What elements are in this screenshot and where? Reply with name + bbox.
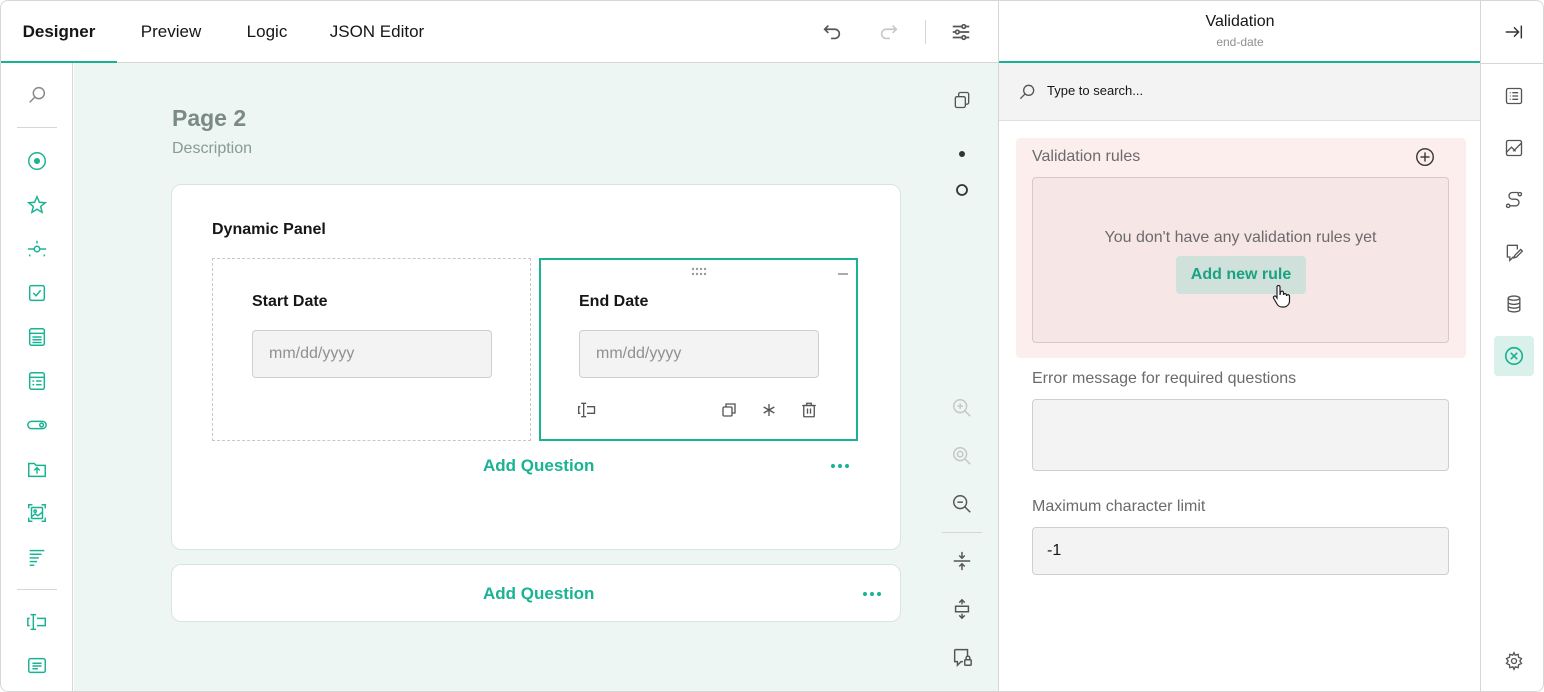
copy-icon[interactable] (948, 86, 976, 114)
search-icon[interactable] (23, 81, 51, 109)
zoom-reset-icon[interactable] (948, 442, 976, 470)
edit-note-icon[interactable] (1494, 232, 1534, 272)
hand-cursor-icon (1269, 284, 1293, 308)
page-add-question-button[interactable]: Add Question (483, 584, 594, 604)
comment-icon[interactable] (23, 652, 51, 680)
collapse-panel-icon[interactable] (1494, 12, 1534, 52)
convert-type-icon[interactable] (575, 398, 599, 422)
tab-preview[interactable]: Preview (125, 1, 217, 63)
page-more-icon[interactable] (863, 592, 881, 596)
required-error-label: Error message for required questions (1032, 370, 1297, 387)
end-date-question[interactable]: End Date mm/dd/yyyy (539, 258, 858, 441)
duplicate-icon[interactable] (717, 398, 741, 422)
toolbox-divider (17, 589, 57, 590)
logic-route-icon[interactable] (1494, 180, 1534, 220)
empty-rules-text: You don't have any validation rules yet (1104, 229, 1377, 246)
database-icon[interactable] (1494, 284, 1534, 324)
survey-creator-window: Designer Preview Logic JSON Editor Page … (0, 0, 1544, 692)
rating-star-icon[interactable] (23, 191, 51, 219)
property-grid: Validation end-date Validation rules You… (998, 1, 1481, 691)
toggle-icon[interactable] (23, 411, 51, 439)
collapse-icon[interactable] (831, 262, 855, 286)
date-input[interactable]: mm/dd/yyyy (252, 330, 492, 378)
property-search-input[interactable] (1047, 83, 1347, 98)
panel-add-question-button[interactable]: Add Question (483, 456, 594, 476)
question-title[interactable]: End Date (579, 293, 648, 311)
settings-sliders-icon[interactable] (947, 18, 975, 46)
radiogroup-icon[interactable] (23, 147, 51, 175)
question-toolbox (1, 63, 73, 691)
checkbox-icon[interactable] (23, 279, 51, 307)
slider-icon[interactable] (23, 235, 51, 263)
toolbar-divider (925, 20, 926, 44)
property-search-bar (999, 63, 1481, 121)
page-add-question-bar: Add Question (171, 564, 901, 622)
dropdown-list-icon[interactable] (23, 323, 51, 351)
start-date-question[interactable]: Start Date mm/dd/yyyy (212, 258, 531, 441)
page-description[interactable]: Description (172, 140, 252, 158)
strip-divider (1481, 63, 1543, 64)
panel-title[interactable]: Dynamic Panel (212, 221, 326, 239)
text-input-icon[interactable] (23, 608, 51, 636)
validation-rules-empty-state: You don't have any validation rules yet … (1032, 177, 1449, 343)
property-grid-title: Validation (1205, 13, 1275, 30)
text-lines-icon[interactable] (23, 543, 51, 571)
required-error-textarea[interactable] (1032, 399, 1449, 471)
toolbox-divider (17, 127, 57, 128)
property-grid-subtitle: end-date (1216, 35, 1264, 49)
top-toolbar: Designer Preview Logic JSON Editor (1, 1, 998, 63)
image-picker-icon[interactable] (23, 499, 51, 527)
layout-image-icon[interactable] (1494, 128, 1534, 168)
panel-more-icon[interactable] (831, 464, 849, 468)
delete-icon[interactable] (797, 398, 821, 422)
general-list-icon[interactable] (1494, 76, 1534, 116)
tab-logic[interactable]: Logic (233, 1, 301, 63)
property-categories-strip (1480, 1, 1543, 691)
gear-icon[interactable] (1494, 641, 1534, 681)
tab-json-editor[interactable]: JSON Editor (319, 1, 435, 63)
add-circle-icon[interactable] (1413, 145, 1437, 169)
max-length-input[interactable]: -1 (1032, 527, 1449, 575)
lock-question-icon[interactable] (948, 643, 976, 671)
validation-rules-label: Validation rules (1032, 148, 1141, 165)
file-upload-icon[interactable] (23, 455, 51, 483)
max-length-label: Maximum character limit (1032, 498, 1206, 515)
tagbox-list-icon[interactable] (23, 367, 51, 395)
validation-rules-section: Validation rules You don't have any vali… (1016, 138, 1466, 358)
dynamic-panel[interactable]: Dynamic Panel Start Date mm/dd/yyyy End … (171, 184, 901, 550)
date-input[interactable]: mm/dd/yyyy (579, 330, 819, 378)
dot-outline-icon[interactable] (948, 176, 976, 204)
drag-handle-icon[interactable] (687, 260, 711, 284)
question-title[interactable]: Start Date (252, 293, 328, 311)
zoom-out-icon[interactable] (948, 490, 976, 518)
rail-divider (942, 532, 982, 533)
dot-filled-icon[interactable] (948, 140, 976, 168)
undo-icon[interactable] (818, 18, 846, 46)
validation-icon[interactable] (1494, 336, 1534, 376)
page-title[interactable]: Page 2 (172, 105, 246, 132)
expand-all-icon[interactable] (948, 595, 976, 623)
required-asterisk-icon[interactable] (757, 398, 781, 422)
tab-designer[interactable]: Designer (1, 1, 117, 63)
redo-icon[interactable] (875, 18, 903, 46)
property-grid-header: Validation end-date (999, 1, 1481, 63)
zoom-in-icon[interactable] (948, 394, 976, 422)
design-surface: Page 2 Description Dynamic Panel Start D… (74, 63, 998, 691)
search-icon (1015, 80, 1039, 104)
collapse-all-icon[interactable] (948, 547, 976, 575)
